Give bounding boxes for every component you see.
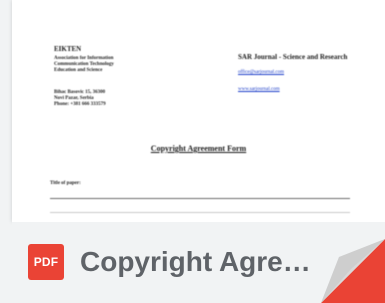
pdf-icon: PDF xyxy=(28,244,64,280)
title-of-paper-label: Title of paper: xyxy=(50,181,81,186)
document-preview[interactable]: EIKTEN Association for Information Commu… xyxy=(12,0,385,222)
document-page: EIKTEN Association for Information Commu… xyxy=(12,0,385,222)
page-fold-icon xyxy=(321,239,385,303)
form-title: Copyright Agreement Form xyxy=(150,144,247,153)
address-line: Phone: +381 666 333579 xyxy=(54,102,106,107)
organization-description: Association for Information Communicatio… xyxy=(54,56,164,74)
organization-line: Education and Science xyxy=(54,68,103,73)
organization-address: Bihac Basovic 15, 36300 Novi Pazar, Serb… xyxy=(54,90,106,108)
entry-line xyxy=(50,212,350,213)
journal-title: SAR Journal - Science and Research xyxy=(238,53,348,61)
file-card[interactable]: EIKTEN Association for Information Commu… xyxy=(0,0,385,303)
entry-line xyxy=(50,198,350,199)
journal-email-link: office@sarjournal.com xyxy=(238,70,285,75)
pdf-icon-label: PDF xyxy=(33,255,59,269)
organization-name: EIKTEN xyxy=(54,45,82,53)
file-name[interactable]: Copyright Agree... xyxy=(80,242,315,282)
journal-website-link: www.sarjournal.com xyxy=(238,87,280,92)
